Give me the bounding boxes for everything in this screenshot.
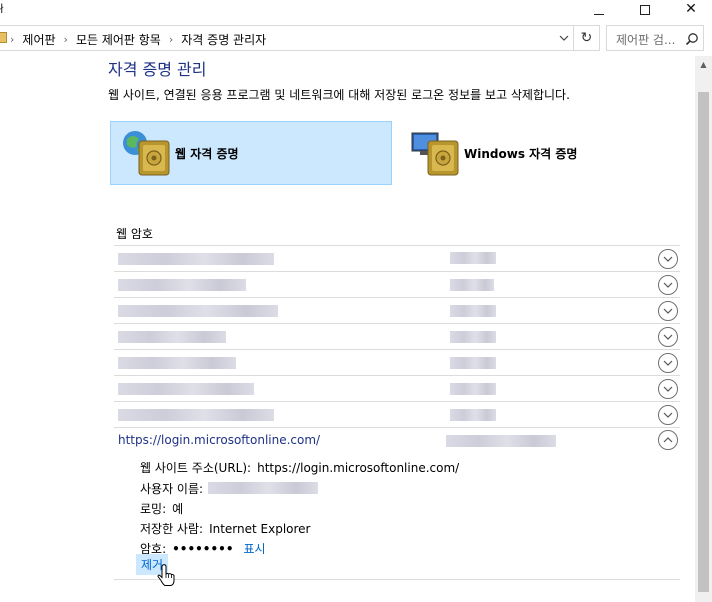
- chevron-down-icon: [663, 386, 673, 392]
- collapse-button[interactable]: [658, 430, 678, 450]
- expand-button[interactable]: [658, 301, 678, 321]
- redacted-username: [450, 409, 496, 421]
- title-bar: ł ✕: [0, 0, 712, 22]
- search-input[interactable]: 제어판 검...: [606, 25, 704, 51]
- redacted-address: [118, 357, 236, 369]
- expand-button[interactable]: [658, 379, 678, 399]
- close-icon: ✕: [685, 1, 697, 17]
- detail-site-address: 웹 사이트 주소(URL): https://login.microsoftonl…: [140, 459, 459, 476]
- redacted-address: [118, 305, 278, 317]
- chevron-down-icon: [663, 256, 673, 262]
- chevron-down-icon: [663, 334, 673, 340]
- redacted-username: [450, 383, 496, 395]
- list-item[interactable]: [114, 245, 680, 271]
- expand-button[interactable]: [658, 405, 678, 425]
- redacted-address: [118, 383, 254, 395]
- address-bar[interactable]: › 제어판 › 모든 제어판 항목 › 자격 증명 관리자 ↻: [0, 25, 600, 51]
- scroll-thumb[interactable]: [698, 92, 709, 592]
- close-button[interactable]: ✕: [668, 0, 712, 22]
- saved-by-label: 저장한 사람:: [140, 522, 204, 536]
- windows-credential-vault-icon: [411, 132, 459, 176]
- redacted-username: [446, 435, 556, 447]
- detail-saved-by: 저장한 사람: Internet Explorer: [140, 520, 311, 537]
- address-dropdown-button[interactable]: [556, 30, 572, 46]
- web-passwords-heading: 웹 암호: [116, 227, 153, 241]
- detail-username: 사용자 이름:: [140, 480, 203, 497]
- show-password-link[interactable]: 표시: [243, 542, 265, 556]
- chevron-down-icon: [663, 308, 673, 314]
- redacted-address: [118, 253, 274, 265]
- window-title: ł: [0, 2, 4, 16]
- breadcrumb-separator-icon[interactable]: ›: [64, 33, 68, 46]
- detail-roaming: 로밍: 예: [140, 500, 183, 517]
- windows-credentials-tile[interactable]: Windows 자격 증명: [400, 121, 682, 185]
- scroll-up-button[interactable]: ▲: [695, 56, 712, 73]
- breadcrumb-separator-icon: ›: [10, 33, 15, 46]
- windows-credentials-label: Windows 자격 증명: [464, 146, 578, 161]
- expanded-credential-entry: https://login.microsoftonline.com/ 웹 사이트…: [114, 427, 680, 580]
- list-item[interactable]: [114, 349, 680, 375]
- redacted-username: [450, 252, 496, 264]
- redacted-address: [118, 279, 246, 291]
- list-item[interactable]: [114, 297, 680, 323]
- web-credentials-tile[interactable]: 웹 자격 증명: [110, 121, 392, 185]
- list-item[interactable]: [114, 375, 680, 401]
- minimize-icon: [594, 13, 604, 15]
- redacted-username: [450, 357, 496, 369]
- web-credential-vault-icon: [123, 131, 170, 176]
- search-icon[interactable]: [685, 32, 699, 46]
- breadcrumb-separator-icon[interactable]: ›: [169, 33, 173, 46]
- roaming-label: 로밍:: [140, 502, 167, 516]
- expand-button[interactable]: [658, 249, 678, 269]
- redacted-username: [450, 305, 496, 317]
- refresh-button[interactable]: ↻: [573, 26, 599, 50]
- search-placeholder: 제어판 검...: [616, 33, 676, 47]
- page-title: 자격 증명 관리: [108, 60, 207, 79]
- site-address-value: https://login.microsoftonline.com/: [257, 461, 460, 475]
- chevron-down-icon: [663, 282, 673, 288]
- web-credentials-label: 웹 자격 증명: [175, 146, 239, 161]
- redacted-username: [450, 279, 494, 291]
- list-item[interactable]: [114, 271, 680, 297]
- list-item[interactable]: [114, 323, 680, 349]
- password-value: ••••••••: [172, 542, 234, 556]
- list-item[interactable]: [114, 401, 680, 427]
- breadcrumb-item-credential-manager[interactable]: 자격 증명 관리자: [181, 31, 266, 48]
- breadcrumb-item-all-items[interactable]: 모든 제어판 항목: [76, 31, 161, 48]
- minimize-button[interactable]: [576, 0, 622, 22]
- chevron-up-icon: ▲: [700, 60, 707, 69]
- redacted-address: [118, 409, 274, 421]
- breadcrumb: › 제어판 › 모든 제어판 항목 › 자격 증명 관리자: [10, 31, 266, 48]
- redacted-username: [208, 482, 318, 494]
- hand-cursor-icon: [157, 564, 175, 586]
- site-address-label: 웹 사이트 주소(URL):: [140, 461, 252, 475]
- maximize-button[interactable]: [622, 0, 668, 22]
- saved-by-value: Internet Explorer: [209, 522, 311, 536]
- redacted-username: [450, 331, 496, 343]
- refresh-icon: ↻: [580, 30, 593, 46]
- maximize-icon: [640, 5, 650, 15]
- credential-url[interactable]: https://login.microsoftonline.com/: [118, 433, 320, 447]
- folder-icon: [0, 32, 7, 43]
- web-password-list: https://login.microsoftonline.com/ 웹 사이트…: [114, 245, 680, 580]
- username-label: 사용자 이름:: [140, 482, 204, 496]
- expand-button[interactable]: [658, 353, 678, 373]
- vertical-scrollbar[interactable]: ▲: [695, 56, 712, 602]
- chevron-down-icon: [663, 360, 673, 366]
- roaming-value: 예: [172, 502, 184, 516]
- chevron-down-icon: [559, 35, 569, 41]
- chevron-down-icon: [663, 412, 673, 418]
- redacted-address: [118, 331, 226, 343]
- chevron-up-icon: [663, 437, 673, 443]
- expand-button[interactable]: [658, 327, 678, 347]
- expand-button[interactable]: [658, 275, 678, 295]
- breadcrumb-item-control-panel[interactable]: 제어판: [22, 31, 55, 48]
- page-description: 웹 사이트, 연결된 응용 프로그램 및 네트워크에 대해 저장된 로그온 정보…: [108, 88, 570, 102]
